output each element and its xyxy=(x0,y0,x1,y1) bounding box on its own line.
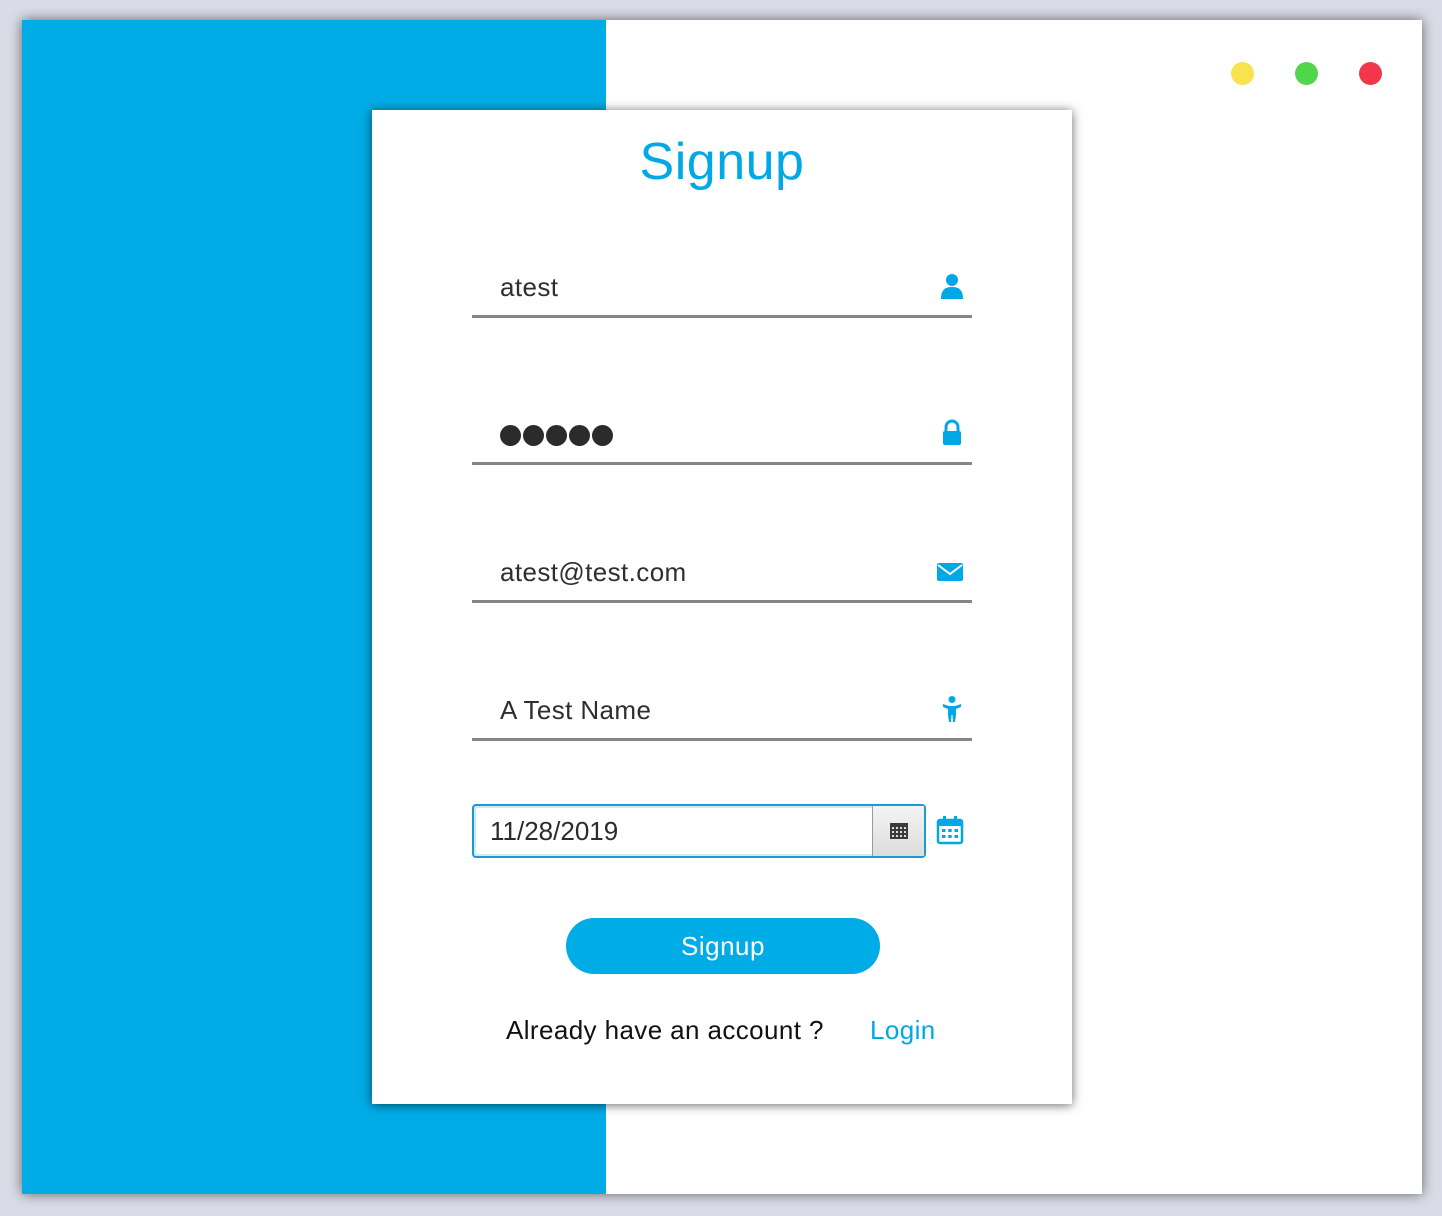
person-icon xyxy=(940,695,964,723)
already-account-text: Already have an account ? xyxy=(506,1015,824,1045)
lock-icon xyxy=(940,419,964,447)
minimize-dot[interactable] xyxy=(1231,62,1254,85)
calendar-grid-icon[interactable] xyxy=(872,806,924,856)
email-field[interactable]: atest@test.com xyxy=(472,543,972,603)
username-value: atest xyxy=(500,272,559,302)
user-icon xyxy=(940,272,964,300)
signup-card: Signup atest atest@test.com A Test Name … xyxy=(372,110,1072,1104)
login-link[interactable]: Login xyxy=(870,1015,936,1046)
form-title: Signup xyxy=(639,133,805,191)
full-name-value: A Test Name xyxy=(500,695,652,725)
signup-button[interactable]: Signup xyxy=(566,918,880,974)
maximize-dot[interactable] xyxy=(1295,62,1318,85)
birthdate-value: 11/28/2019 xyxy=(490,816,619,846)
full-name-field[interactable]: A Test Name xyxy=(472,681,972,741)
password-field[interactable] xyxy=(472,405,972,465)
username-field[interactable]: atest xyxy=(472,258,972,318)
close-dot[interactable] xyxy=(1359,62,1382,85)
email-value: atest@test.com xyxy=(500,557,687,587)
birthdate-picker[interactable]: 11/28/2019 xyxy=(472,804,926,858)
envelope-icon xyxy=(936,557,964,585)
calendar-icon xyxy=(936,815,964,845)
password-masked-value xyxy=(500,425,613,446)
